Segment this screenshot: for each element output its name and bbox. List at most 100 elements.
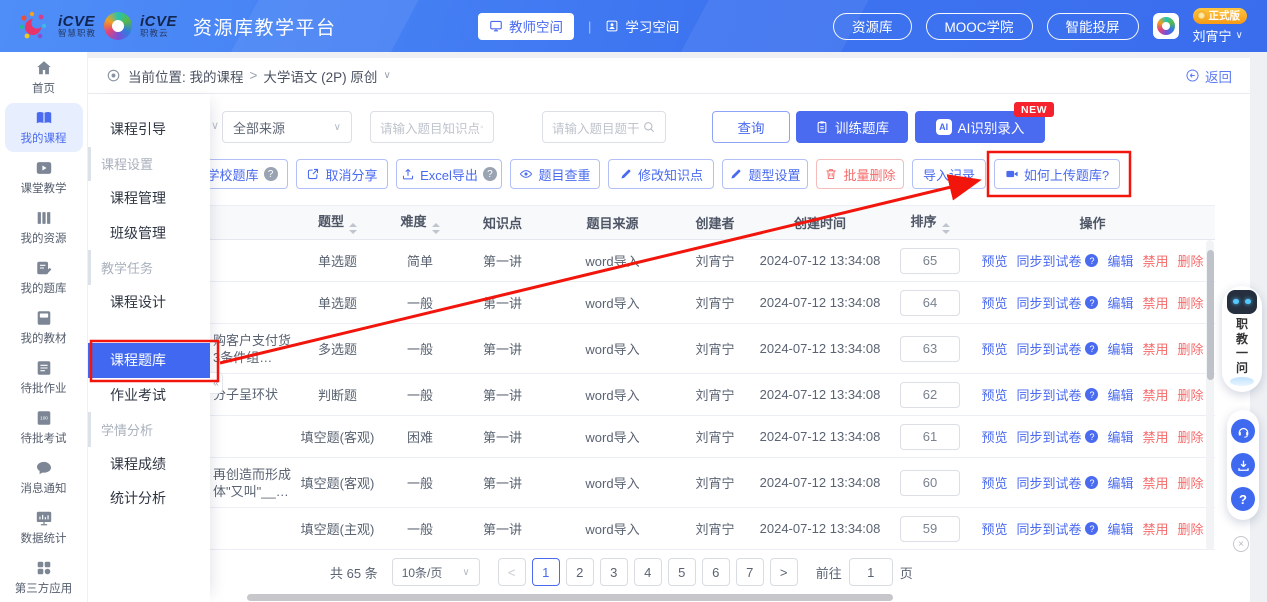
float-tool-download[interactable] [1231,453,1255,477]
submenu-item-班级管理[interactable]: 班级管理 [88,216,210,251]
toolbar-button-取消分享[interactable]: 取消分享 [296,159,388,189]
toolbar-button-批量删除[interactable]: 批量删除 [816,159,904,189]
action-同步到试卷[interactable]: 同步到试卷? [1016,473,1098,492]
mini-app-logo-icon[interactable] [1153,13,1179,39]
help-icon[interactable]: ? [1085,254,1098,267]
submenu-item-课程引导[interactable]: 课程引导 [88,112,210,147]
float-tool-help[interactable]: ? [1231,487,1255,511]
action-预览[interactable]: 预览 [981,427,1007,446]
action-编辑[interactable]: 编辑 [1107,519,1133,538]
help-icon[interactable]: ? [264,167,278,181]
goto-page-input[interactable] [849,558,893,586]
next-page-button[interactable]: > [770,558,798,586]
column-header-难度[interactable]: 难度 [380,206,460,240]
close-floating-button[interactable]: × [1233,536,1249,552]
float-tool-customer-service[interactable] [1231,419,1255,443]
question-stem-input[interactable]: 请输入题目题干 [542,111,666,143]
action-同步到试卷[interactable]: 同步到试卷? [1016,293,1098,312]
chevron-down-icon[interactable]: ∨ [383,70,390,81]
sidebar-item-stats[interactable]: 数据统计 [5,503,83,552]
clipped-select-caret-icon[interactable]: ∨ [211,119,219,132]
submenu-item-统计分析[interactable]: 统计分析 [88,481,210,516]
sidebar-item-bank[interactable]: 我的题库 [5,253,83,302]
column-header-排序[interactable]: 排序 [890,206,970,240]
action-预览[interactable]: 预览 [981,251,1007,270]
help-icon[interactable]: ? [1085,430,1098,443]
submenu-item-作业考试[interactable]: 作业考试 [88,378,210,413]
help-icon[interactable]: ? [1085,296,1098,309]
action-删除[interactable]: 删除 [1178,385,1204,404]
breadcrumb-current[interactable]: 大学语文 (2P) 原创 [263,66,377,86]
sort-icon[interactable] [942,223,950,234]
action-删除[interactable]: 删除 [1178,251,1204,270]
nav-teacher-space[interactable]: 教师空间 [478,13,574,40]
page-size-select[interactable]: 10条/页 ∨ [392,558,480,586]
help-icon[interactable]: ? [1085,342,1098,355]
action-预览[interactable]: 预览 [981,339,1007,358]
action-编辑[interactable]: 编辑 [1107,339,1133,358]
action-同步到试卷[interactable]: 同步到试卷? [1016,519,1098,538]
sort-icon[interactable] [349,223,357,234]
action-禁用[interactable]: 禁用 [1143,427,1169,446]
submenu-collapse-handle[interactable]: « [210,372,223,394]
page-button-1[interactable]: 1 [532,558,560,586]
page-button-4[interactable]: 4 [634,558,662,586]
sort-icon[interactable] [432,223,440,234]
horizontal-scrollbar-thumb[interactable] [247,594,893,601]
action-删除[interactable]: 删除 [1178,427,1204,446]
sidebar-item-play[interactable]: 课堂教学 [5,153,83,202]
action-预览[interactable]: 预览 [981,519,1007,538]
query-button[interactable]: 查询 [712,111,790,143]
training-bank-button[interactable]: 训练题库 [796,111,908,143]
action-预览[interactable]: 预览 [981,473,1007,492]
action-删除[interactable]: 删除 [1178,293,1204,312]
knowledge-point-input[interactable]: 请输入题目知识点 [370,111,494,143]
page-button-6[interactable]: 6 [702,558,730,586]
assistant-widget[interactable]: 职教一问 [1222,286,1262,392]
action-禁用[interactable]: 禁用 [1143,339,1169,358]
page-button-5[interactable]: 5 [668,558,696,586]
sidebar-item-home[interactable]: 首页 [5,53,83,102]
submenu-item-课程题库[interactable]: 课程题库 [88,343,210,378]
action-同步到试卷[interactable]: 同步到试卷? [1016,339,1098,358]
sort-order-input[interactable] [900,382,960,408]
toolbar-button-Excel导出[interactable]: Excel导出? [396,159,502,189]
pill-mooc-academy[interactable]: MOOC学院 [926,13,1033,40]
nav-learning-space[interactable]: 学习空间 [605,16,679,36]
breadcrumb-root[interactable]: 我的课程 [190,66,244,86]
action-禁用[interactable]: 禁用 [1143,293,1169,312]
submenu-item-课程成绩[interactable]: 课程成绩 [88,447,210,482]
toolbar-button-题型设置[interactable]: 题型设置 [722,159,808,189]
action-编辑[interactable]: 编辑 [1107,385,1133,404]
action-禁用[interactable]: 禁用 [1143,385,1169,404]
action-编辑[interactable]: 编辑 [1107,293,1133,312]
sort-order-input[interactable] [900,290,960,316]
action-编辑[interactable]: 编辑 [1107,427,1133,446]
toolbar-button-如何上传题库?[interactable]: 如何上传题库? [994,159,1120,189]
action-禁用[interactable]: 禁用 [1143,519,1169,538]
vertical-scrollbar-thumb[interactable] [1207,250,1214,380]
sort-order-input[interactable] [900,516,960,542]
sidebar-item-library[interactable]: 我的资源 [5,203,83,252]
pill-smart-cast[interactable]: 智能投屏 [1047,13,1139,40]
sidebar-item-exam[interactable]: 100待批考试 [5,403,83,452]
user-menu[interactable]: 刘宵宁∨ [1193,26,1243,45]
action-编辑[interactable]: 编辑 [1107,251,1133,270]
action-删除[interactable]: 删除 [1178,519,1204,538]
submenu-item-课程管理[interactable]: 课程管理 [88,181,210,216]
sort-order-input[interactable] [900,424,960,450]
sort-order-input[interactable] [900,248,960,274]
action-同步到试卷[interactable]: 同步到试卷? [1016,427,1098,446]
toolbar-button-题目查重[interactable]: 题目查重 [510,159,600,189]
help-icon[interactable]: ? [1085,476,1098,489]
submenu-item-课程设计[interactable]: 课程设计 [88,285,210,320]
help-icon[interactable]: ? [483,167,497,181]
page-button-2[interactable]: 2 [566,558,594,586]
column-header-题型[interactable]: 题型 [295,206,380,240]
page-button-3[interactable]: 3 [600,558,628,586]
action-禁用[interactable]: 禁用 [1143,473,1169,492]
action-同步到试卷[interactable]: 同步到试卷? [1016,251,1098,270]
action-禁用[interactable]: 禁用 [1143,251,1169,270]
sidebar-item-message[interactable]: 消息通知 [5,453,83,502]
sidebar-item-book[interactable]: 我的课程 [5,103,83,152]
